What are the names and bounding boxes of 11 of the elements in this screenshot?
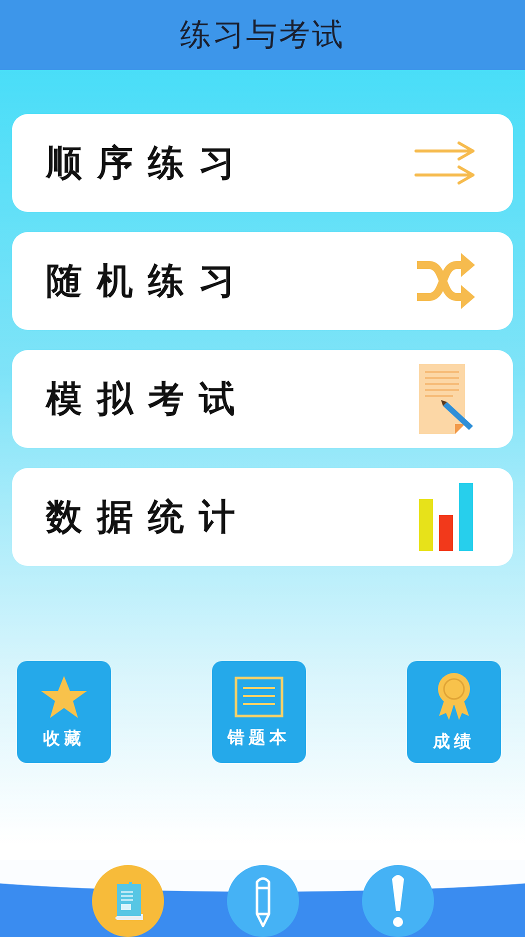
exclamation-icon [390, 873, 406, 929]
menu-card[interactable]: 顺序练习 [12, 114, 513, 212]
menu-card[interactable]: 模拟考试 [12, 350, 513, 448]
shuffle-icon [415, 251, 477, 311]
star-icon [40, 674, 88, 718]
double-arrow-icon [413, 141, 477, 185]
ribbon-badge-icon [435, 672, 473, 722]
menu-card[interactable]: 数据统计 [12, 468, 513, 566]
menu-card[interactable]: 随机练习 [12, 232, 513, 330]
page-title: 练习与考试 [180, 16, 345, 55]
document-icon [234, 676, 284, 718]
